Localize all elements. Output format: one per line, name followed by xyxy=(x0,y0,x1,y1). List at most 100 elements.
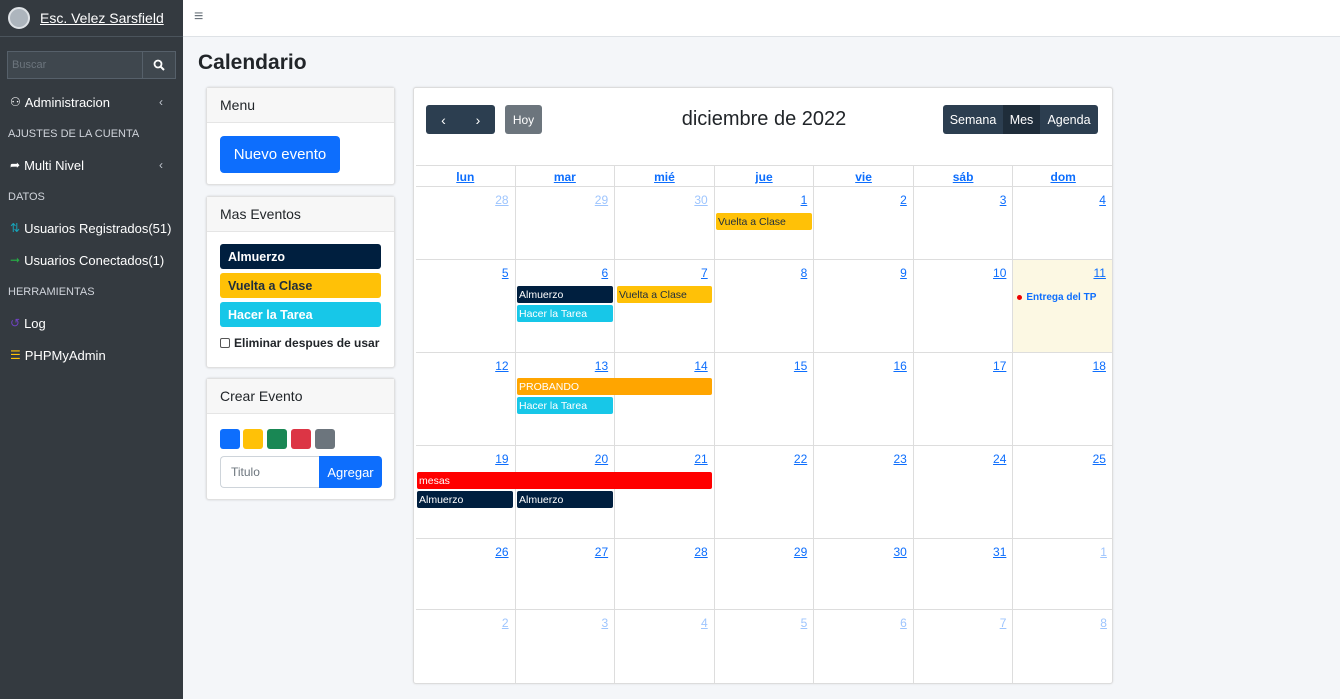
color-swatch-red[interactable] xyxy=(291,429,311,449)
day-number[interactable]: 28 xyxy=(694,545,707,559)
day-number[interactable]: 27 xyxy=(595,545,608,559)
day-number[interactable]: 5 xyxy=(801,616,808,630)
day-cell[interactable]: 4 xyxy=(615,610,715,683)
day-number[interactable]: 11 xyxy=(1093,266,1105,280)
day-number[interactable]: 30 xyxy=(694,193,707,207)
dow-header[interactable]: dom xyxy=(1013,166,1113,186)
day-number[interactable]: 17 xyxy=(993,359,1006,373)
day-cell[interactable]: 4 xyxy=(1013,187,1113,259)
day-cell[interactable]: 31 xyxy=(914,539,1014,609)
day-number[interactable]: 31 xyxy=(993,545,1006,559)
day-cell[interactable]: 9 xyxy=(814,260,914,352)
day-number[interactable]: 8 xyxy=(801,266,808,280)
day-cell[interactable]: 29 xyxy=(516,187,616,259)
day-cell[interactable]: 25 xyxy=(1013,446,1113,538)
day-cell[interactable]: 15 xyxy=(715,353,815,445)
day-cell[interactable]: 26 xyxy=(416,539,516,609)
day-cell[interactable]: 28 xyxy=(615,539,715,609)
calendar-event[interactable]: Almuerzo xyxy=(517,286,613,303)
event-title-input[interactable]: Titulo xyxy=(220,456,320,488)
day-cell[interactable]: 22 xyxy=(715,446,815,538)
draggable-event-vuelta-a-clase[interactable]: Vuelta a Clase xyxy=(220,273,381,298)
calendar-event[interactable]: Vuelta a Clase xyxy=(617,286,712,303)
day-number[interactable]: 23 xyxy=(893,452,906,466)
sidebar-item-administracion[interactable]: ⚇ Administracion ‹ xyxy=(0,86,183,118)
draggable-event-hacer-la-tarea[interactable]: Hacer la Tarea xyxy=(220,302,381,327)
day-number[interactable]: 4 xyxy=(1099,193,1106,207)
checkbox-box[interactable] xyxy=(220,338,230,348)
day-number[interactable]: 5 xyxy=(502,266,509,280)
day-cell[interactable]: 12 xyxy=(416,353,516,445)
calendar-event[interactable]: Hacer la Tarea xyxy=(517,397,613,414)
calendar-event[interactable]: Vuelta a Clase xyxy=(716,213,812,230)
dow-header[interactable]: mar xyxy=(516,166,616,186)
color-swatch-blue[interactable] xyxy=(220,429,240,449)
calendar-event[interactable]: mesas xyxy=(417,472,712,489)
day-cell[interactable]: 5 xyxy=(715,610,815,683)
day-cell[interactable]: 27 xyxy=(516,539,616,609)
sidebar-item-usuarios-conectados[interactable]: ➞ Usuarios Conectados(1) xyxy=(0,244,183,276)
day-cell[interactable]: 16 xyxy=(814,353,914,445)
day-number[interactable]: 2 xyxy=(900,193,907,207)
day-number[interactable]: 18 xyxy=(1093,359,1106,373)
day-number[interactable]: 29 xyxy=(595,193,608,207)
dow-header[interactable]: vie xyxy=(814,166,914,186)
day-number[interactable]: 4 xyxy=(701,616,708,630)
day-number[interactable]: 26 xyxy=(495,545,508,559)
day-number[interactable]: 28 xyxy=(495,193,508,207)
sidebar-item-phpmyadmin[interactable]: ☰ PHPMyAdmin xyxy=(0,339,183,371)
color-swatch-gray[interactable] xyxy=(315,429,335,449)
new-event-button[interactable]: Nuevo evento xyxy=(220,136,340,173)
brand-link[interactable]: Esc. Velez Sarsfield xyxy=(0,0,183,37)
day-number[interactable]: 8 xyxy=(1100,616,1107,630)
day-number[interactable]: 1 xyxy=(801,193,808,207)
day-number[interactable]: 24 xyxy=(993,452,1006,466)
calendar-event[interactable]: PROBANDO xyxy=(517,378,712,395)
day-number[interactable]: 21 xyxy=(694,452,707,466)
day-number[interactable]: 16 xyxy=(893,359,906,373)
day-number[interactable]: 15 xyxy=(794,359,807,373)
day-cell[interactable]: 6 xyxy=(814,610,914,683)
day-cell-today[interactable]: 11 Entrega del TP xyxy=(1013,260,1113,352)
remove-after-drop-checkbox[interactable]: Eliminar despues de usar xyxy=(220,336,379,350)
day-cell[interactable]: 17 xyxy=(914,353,1014,445)
day-number[interactable]: 30 xyxy=(893,545,906,559)
day-number[interactable]: 13 xyxy=(595,359,608,373)
dow-header[interactable]: sáb xyxy=(914,166,1014,186)
day-cell[interactable]: 2 xyxy=(814,187,914,259)
day-cell[interactable]: 24 xyxy=(914,446,1014,538)
day-number[interactable]: 14 xyxy=(694,359,707,373)
day-number[interactable]: 7 xyxy=(701,266,708,280)
day-cell[interactable]: 18 xyxy=(1013,353,1113,445)
dow-header[interactable]: lun xyxy=(416,166,516,186)
sidebar-item-multi-nivel[interactable]: ➦ Multi Nivel ‹ xyxy=(0,149,183,181)
day-number[interactable]: 10 xyxy=(993,266,1006,280)
menu-toggle-icon[interactable]: ≡ xyxy=(194,8,203,26)
view-month-button[interactable]: Mes xyxy=(1003,105,1040,134)
sidebar-item-usuarios-registrados[interactable]: ⇅ Usuarios Registrados(51) xyxy=(0,212,183,244)
add-event-button[interactable]: Agregar xyxy=(319,456,382,488)
day-cell[interactable]: 28 xyxy=(416,187,516,259)
view-agenda-button[interactable]: Agenda xyxy=(1040,105,1098,134)
day-number[interactable]: 9 xyxy=(900,266,907,280)
day-cell[interactable]: 30 xyxy=(615,187,715,259)
day-cell[interactable]: 1 xyxy=(1013,539,1113,609)
day-cell[interactable]: 21 xyxy=(615,446,715,538)
view-week-button[interactable]: Semana xyxy=(943,105,1003,134)
day-number[interactable]: 6 xyxy=(601,266,608,280)
color-swatch-yellow[interactable] xyxy=(243,429,263,449)
day-number[interactable]: 6 xyxy=(900,616,907,630)
day-number[interactable]: 25 xyxy=(1093,452,1106,466)
day-cell[interactable]: 2 xyxy=(416,610,516,683)
day-number[interactable]: 2 xyxy=(502,616,509,630)
day-cell[interactable]: 8 xyxy=(1013,610,1113,683)
day-number[interactable]: 19 xyxy=(495,452,508,466)
day-number[interactable]: 3 xyxy=(1000,193,1007,207)
brand-name[interactable]: Esc. Velez Sarsfield xyxy=(40,10,164,26)
day-number[interactable]: 1 xyxy=(1100,545,1107,559)
dow-header[interactable]: jue xyxy=(715,166,815,186)
calendar-event[interactable]: Entrega del TP xyxy=(1017,292,1096,303)
day-number[interactable]: 7 xyxy=(1000,616,1007,630)
day-number[interactable]: 12 xyxy=(495,359,508,373)
search-button[interactable] xyxy=(142,51,176,79)
